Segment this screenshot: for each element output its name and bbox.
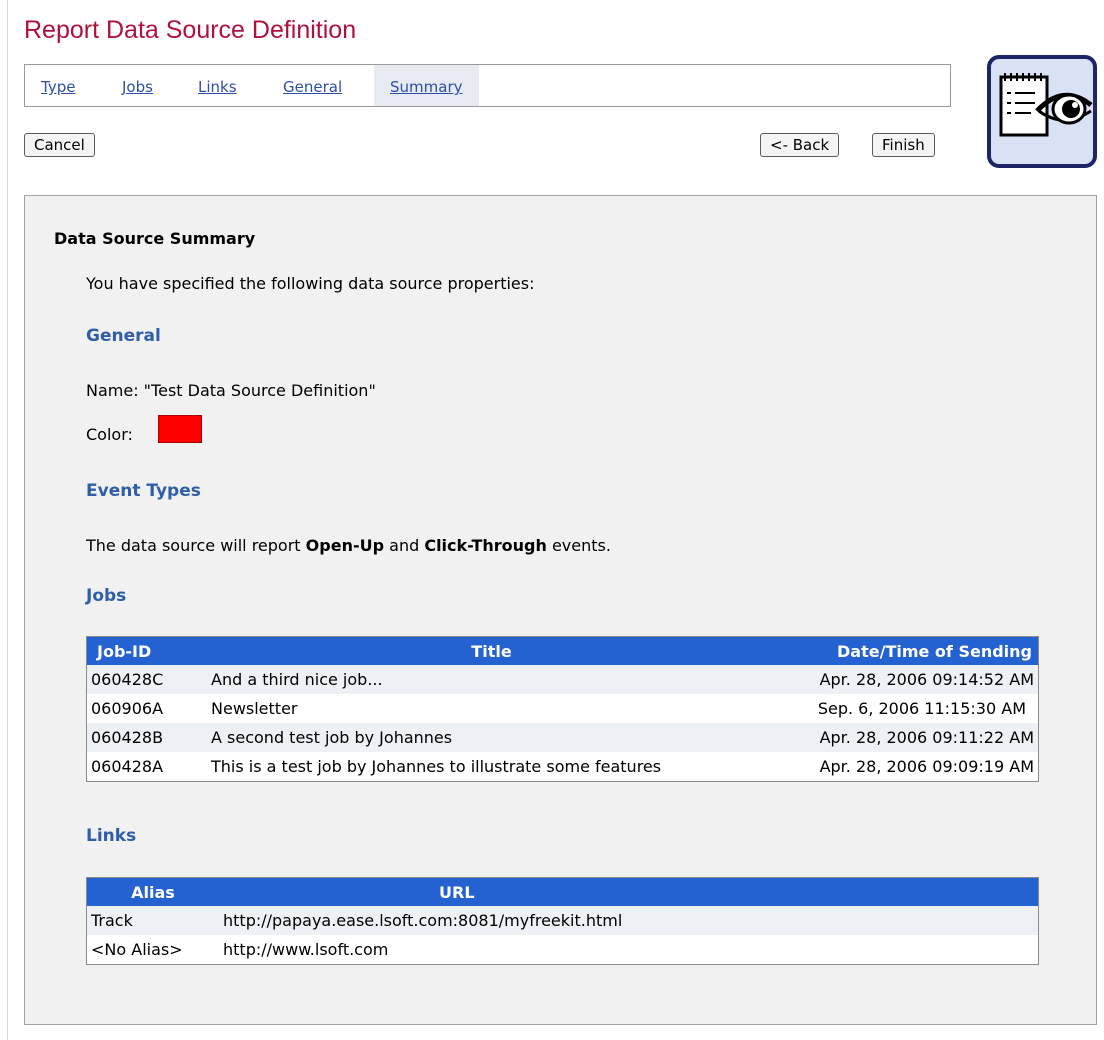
tab-general[interactable]: General bbox=[283, 65, 342, 106]
job-title: This is a test job by Johannes to illust… bbox=[207, 752, 776, 782]
tab-links[interactable]: Links bbox=[198, 65, 237, 106]
table-row[interactable]: 060428B A second test job by Johannes Ap… bbox=[86, 723, 1039, 752]
jobs-col-title: Title bbox=[207, 636, 776, 665]
job-date: Sep. 6, 2006 11:15:30 AM bbox=[776, 694, 1039, 723]
event-click-through: Click-Through bbox=[424, 536, 547, 555]
back-button[interactable]: <- Back bbox=[760, 133, 840, 157]
cancel-button[interactable]: Cancel bbox=[24, 133, 95, 157]
job-date: Apr. 28, 2006 09:11:22 AM bbox=[776, 723, 1039, 752]
general-color-label: Color: bbox=[86, 425, 133, 444]
link-alias: <No Alias> bbox=[86, 935, 219, 965]
jobs-heading: Jobs bbox=[86, 586, 127, 606]
jobs-col-id: Job-ID bbox=[86, 636, 207, 665]
jobs-table: Job-ID Title Date/Time of Sending 060428… bbox=[86, 636, 1039, 782]
tab-type[interactable]: Type bbox=[41, 65, 75, 106]
page-left-rule bbox=[7, 0, 8, 1040]
job-title: And a third nice job... bbox=[207, 665, 776, 694]
job-id: 060428C bbox=[86, 665, 207, 694]
tab-jobs[interactable]: Jobs bbox=[122, 65, 153, 106]
link-alias: Track bbox=[86, 906, 219, 935]
summary-panel: Data Source Summary You have specified t… bbox=[24, 195, 1097, 1025]
job-date: Apr. 28, 2006 09:09:19 AM bbox=[776, 752, 1039, 782]
table-row[interactable]: Track http://papaya.ease.lsoft.com:8081/… bbox=[86, 906, 1039, 935]
finish-button[interactable]: Finish bbox=[872, 133, 935, 157]
links-col-alias: Alias bbox=[86, 877, 219, 906]
job-title: Newsletter bbox=[207, 694, 776, 723]
table-row[interactable]: <No Alias> http://www.lsoft.com bbox=[86, 935, 1039, 965]
links-table: Alias URL Track http://papaya.ease.lsoft… bbox=[86, 877, 1039, 965]
links-col-url: URL bbox=[219, 877, 1039, 906]
link-url: http://www.lsoft.com bbox=[219, 935, 1039, 965]
table-row[interactable]: 060428A This is a test job by Johannes t… bbox=[86, 752, 1039, 782]
job-id: 060428A bbox=[86, 752, 207, 782]
job-id: 060428B bbox=[86, 723, 207, 752]
job-date: Apr. 28, 2006 09:14:52 AM bbox=[776, 665, 1039, 694]
tab-summary[interactable]: Summary bbox=[374, 65, 479, 106]
event-types-text: The data source will report Open-Up and … bbox=[86, 536, 611, 555]
page-title: Report Data Source Definition bbox=[24, 16, 357, 44]
summary-heading: Data Source Summary bbox=[54, 229, 256, 248]
event-types-joiner: and bbox=[384, 536, 425, 555]
link-url: http://papaya.ease.lsoft.com:8081/myfree… bbox=[219, 906, 1039, 935]
links-heading: Links bbox=[86, 826, 137, 846]
event-open-up: Open-Up bbox=[305, 536, 385, 555]
table-row[interactable]: 060428C And a third nice job... Apr. 28,… bbox=[86, 665, 1039, 694]
job-id: 060906A bbox=[86, 694, 207, 723]
general-name: Name: "Test Data Source Definition" bbox=[86, 381, 376, 400]
general-heading: General bbox=[86, 326, 161, 346]
color-swatch bbox=[158, 415, 202, 443]
event-types-heading: Event Types bbox=[86, 481, 201, 501]
summary-intro: You have specified the following data so… bbox=[86, 274, 535, 293]
event-types-prefix: The data source will report bbox=[86, 536, 306, 555]
jobs-col-date: Date/Time of Sending bbox=[776, 636, 1039, 665]
links-header-row: Alias URL bbox=[86, 877, 1039, 906]
report-logo bbox=[987, 55, 1097, 168]
wizard-tab-bar: Type Jobs Links General Summary bbox=[24, 64, 951, 107]
report-eye-icon bbox=[999, 73, 1093, 137]
event-types-suffix: events. bbox=[546, 536, 611, 555]
jobs-header-row: Job-ID Title Date/Time of Sending bbox=[86, 636, 1039, 665]
job-title: A second test job by Johannes bbox=[207, 723, 776, 752]
table-row[interactable]: 060906A Newsletter Sep. 6, 2006 11:15:30… bbox=[86, 694, 1039, 723]
